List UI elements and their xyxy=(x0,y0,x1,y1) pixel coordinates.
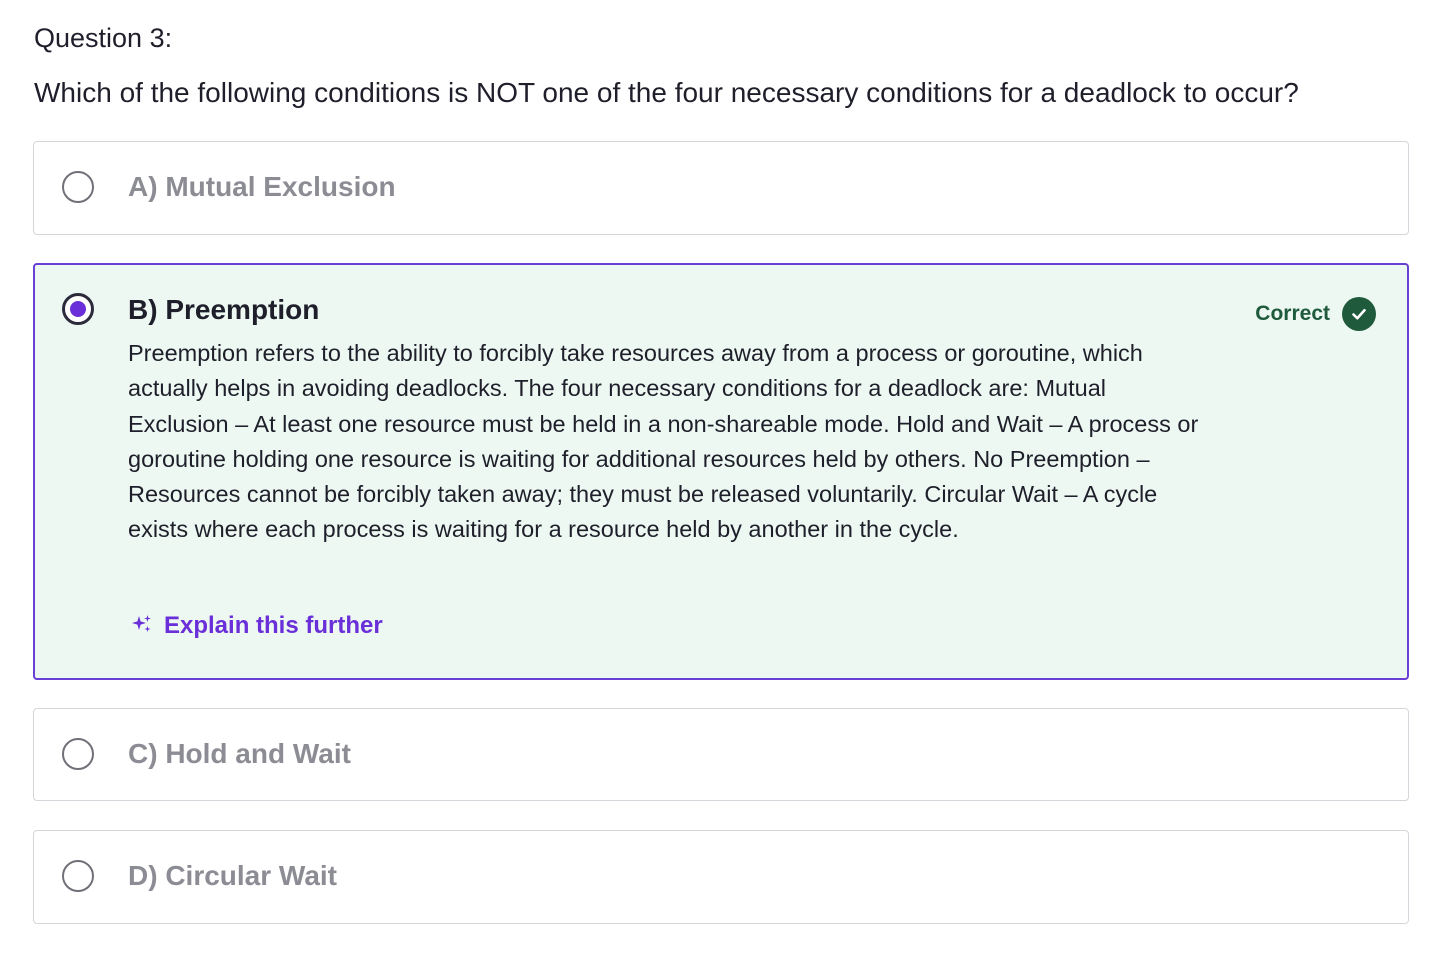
check-circle-icon xyxy=(1342,297,1376,331)
radio-button-c[interactable] xyxy=(62,738,94,770)
question-number: Question 3: xyxy=(34,23,173,53)
option-c-label: C) Hold and Wait xyxy=(128,738,351,769)
question-text: Which of the following conditions is NOT… xyxy=(34,77,1299,108)
radio-selected-dot xyxy=(70,301,86,317)
option-d-label: D) Circular Wait xyxy=(128,860,337,891)
option-c[interactable]: C) Hold and Wait xyxy=(33,708,1409,801)
option-b[interactable]: B) Preemption Correct Preemption refers … xyxy=(33,263,1409,680)
answer-status: Correct xyxy=(1255,297,1376,331)
radio-button-b[interactable] xyxy=(62,293,94,325)
option-b-label: B) Preemption xyxy=(128,294,320,325)
explain-further-label: Explain this further xyxy=(164,612,383,639)
sparkle-icon xyxy=(131,613,153,640)
status-text: Correct xyxy=(1255,302,1330,325)
radio-button-a[interactable] xyxy=(62,171,94,203)
option-a[interactable]: A) Mutual Exclusion xyxy=(33,141,1409,235)
option-d[interactable]: D) Circular Wait xyxy=(33,830,1409,924)
option-a-label: A) Mutual Exclusion xyxy=(128,171,396,202)
answer-explanation: Preemption refers to the ability to forc… xyxy=(128,340,1199,543)
radio-button-d[interactable] xyxy=(62,860,94,892)
explain-further-link[interactable]: Explain this further xyxy=(131,610,383,642)
